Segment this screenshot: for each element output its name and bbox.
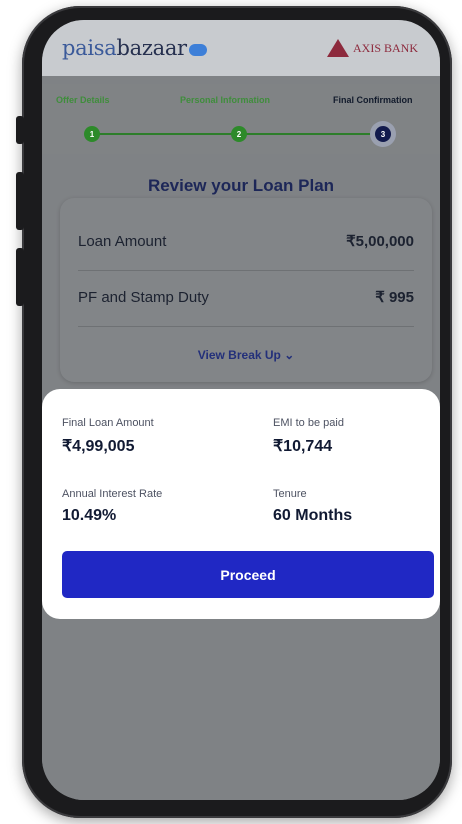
tenure-label: Tenure — [273, 488, 307, 500]
step-3-indicator: 3 — [375, 126, 391, 142]
tenure: Tenure 60 Months — [273, 488, 352, 525]
logo-text-paisa: paisa — [62, 36, 117, 60]
pf-stamp-duty-value: ₹ 995 — [375, 289, 414, 306]
interest-rate-label: Annual Interest Rate — [62, 488, 163, 500]
emi-amount: EMI to be paid ₹10,744 — [273, 417, 344, 456]
logo-badge-icon — [188, 44, 207, 56]
paisabazaar-logo: paisa bazaar — [62, 36, 207, 60]
step-label-personal-information: Personal Information — [180, 95, 271, 105]
chevron-down-icon: ⌄ — [284, 348, 295, 362]
phone-volume-up — [16, 172, 24, 230]
final-loan-amount: Final Loan Amount ₹4,99,005 — [62, 417, 154, 456]
bank-logo: AXIS BANK — [326, 39, 418, 57]
view-breakup-link[interactable]: View Break Up ⌄ — [60, 348, 432, 362]
step-2-check-icon: 2 — [231, 126, 247, 142]
step-1-check-icon: 1 — [84, 126, 100, 142]
loan-amount-value: ₹5,00,000 — [346, 233, 414, 250]
step-label-final-confirmation: Final Confirmation — [333, 95, 413, 105]
app-header: paisa bazaar AXIS BANK — [42, 20, 440, 76]
final-loan-amount-label: Final Loan Amount — [62, 417, 154, 429]
axis-bank-icon — [326, 39, 349, 57]
emi-label: EMI to be paid — [273, 417, 344, 429]
loan-details-card: Loan Amount ₹5,00,000 PF and Stamp Duty … — [60, 198, 432, 382]
phone-volume-down — [16, 248, 24, 306]
divider — [78, 270, 414, 271]
pf-stamp-duty-row: PF and Stamp Duty ₹ 995 — [78, 288, 414, 307]
step-label-offer-details: Offer Details — [56, 95, 110, 105]
tenure-value: 60 Months — [273, 507, 353, 524]
loan-amount-row: Loan Amount ₹5,00,000 — [78, 232, 414, 251]
logo-text-bazaar: bazaar — [116, 36, 187, 60]
proceed-button[interactable]: Proceed — [62, 551, 434, 598]
loan-amount-label: Loan Amount — [78, 232, 167, 250]
pf-stamp-duty-label: PF and Stamp Duty — [78, 288, 209, 306]
final-loan-amount-value: ₹4,99,005 — [62, 438, 135, 455]
annual-interest-rate: Annual Interest Rate 10.49% — [62, 488, 162, 525]
divider — [78, 326, 414, 327]
phone-side-button — [16, 116, 24, 144]
app-screen: paisa bazaar AXIS BANK Offer Details Per… — [42, 20, 440, 800]
emi-value: ₹10,744 — [273, 438, 333, 455]
view-breakup-label: View Break Up — [197, 348, 281, 362]
loan-summary-sheet: Final Loan Amount ₹4,99,005 EMI to be pa… — [42, 389, 440, 619]
page-title: Review your Loan Plan — [147, 176, 335, 195]
bank-name: AXIS BANK — [352, 40, 418, 55]
progress-stepper: Offer Details Personal Information Final… — [42, 84, 440, 154]
interest-rate-value: 10.49% — [62, 507, 117, 524]
